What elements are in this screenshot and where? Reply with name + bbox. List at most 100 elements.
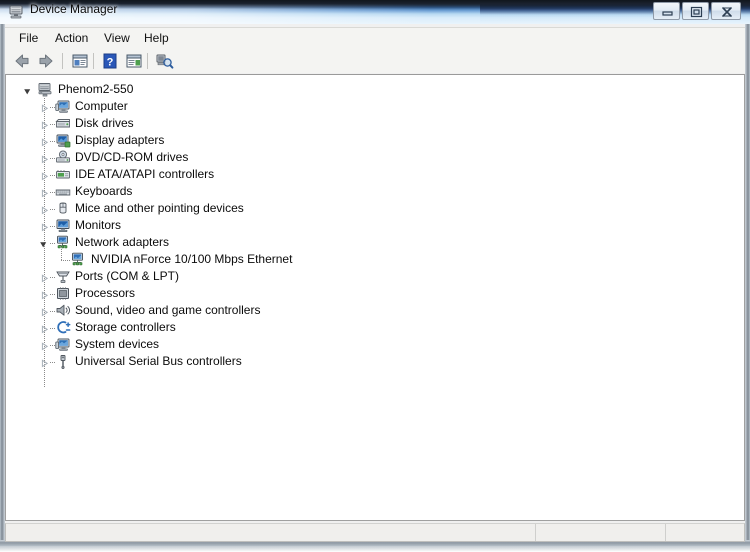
expand-twisty-icon[interactable] <box>40 340 49 351</box>
expand-twisty-icon[interactable] <box>40 102 49 113</box>
window-frame-right <box>745 24 750 543</box>
usb-controller-icon <box>55 354 71 369</box>
tree-node-ide-controllers[interactable]: IDE ATA/ATAPI controllers <box>6 166 744 183</box>
tree-node-label: Mice and other pointing devices <box>75 201 244 215</box>
tree-node-system-devices[interactable]: System devices <box>6 336 744 353</box>
tree-node-dvd-cdrom-drives[interactable]: DVD/CD-ROM drives <box>6 149 744 166</box>
expand-twisty-icon[interactable] <box>40 204 49 215</box>
tree-node-keyboards[interactable]: Keyboards <box>6 183 744 200</box>
status-pane-message <box>6 524 536 541</box>
show-hide-console-tree-icon[interactable] <box>70 51 90 71</box>
toolbar: ? <box>5 48 745 73</box>
expand-twisty-icon[interactable] <box>40 136 49 147</box>
back-arrow-icon[interactable] <box>12 51 32 71</box>
toolbar-separator-2 <box>93 53 94 69</box>
expand-twisty-icon[interactable] <box>40 289 49 300</box>
expand-twisty-icon[interactable] <box>40 170 49 181</box>
port-icon <box>55 269 71 284</box>
menu-action[interactable]: Action <box>49 30 94 46</box>
tree-node-network-adapters[interactable]: Network adapters <box>6 234 744 251</box>
device-tree: Phenom2-550 Computer Disk drives Display… <box>6 81 744 387</box>
scan-for-hardware-changes-icon[interactable] <box>154 51 174 71</box>
tree-node-label: Computer <box>75 99 128 113</box>
title-bar[interactable]: Device Manager <box>0 0 750 24</box>
tree-node-sound-controllers[interactable]: Sound, video and game controllers <box>6 302 744 319</box>
tree-node-label: Disk drives <box>75 116 134 130</box>
network-adapter-icon <box>70 252 86 267</box>
svg-text:?: ? <box>107 57 114 69</box>
tree-node-mice[interactable]: Mice and other pointing devices <box>6 200 744 217</box>
keyboard-icon <box>55 184 71 199</box>
toolbar-separator-3 <box>147 53 148 69</box>
tree-node-nvidia-ethernet[interactable]: NVIDIA nForce 10/100 Mbps Ethernet <box>6 243 744 268</box>
tree-node-ports[interactable]: Ports (COM & LPT) <box>6 268 744 285</box>
minimize-button[interactable] <box>653 2 680 20</box>
collapse-twisty-icon[interactable] <box>39 238 48 248</box>
close-button[interactable] <box>711 2 741 20</box>
tree-node-label: Network adapters <box>75 235 170 249</box>
display-adapter-icon <box>55 133 71 148</box>
tree-guide-branch <box>61 260 70 261</box>
expand-twisty-icon[interactable] <box>40 306 49 317</box>
disk-drive-icon <box>55 116 71 131</box>
tree-guide-child-line <box>61 243 62 260</box>
dvd-drive-icon <box>55 150 71 165</box>
device-manager-window: Device Manager File Action View Help ? P… <box>0 0 750 546</box>
tree-node-label: Sound, video and game controllers <box>75 303 261 317</box>
network-adapter-icon <box>55 235 71 250</box>
ide-controller-icon <box>55 167 71 182</box>
desktop-background: Device Manager File Action View Help ? P… <box>0 0 750 552</box>
help-icon[interactable]: ? <box>100 51 120 71</box>
tree-node-label: Processors <box>75 286 136 300</box>
tree-node-processors[interactable]: Processors <box>6 285 744 302</box>
tree-node-label: Keyboards <box>75 184 133 198</box>
expand-twisty-icon[interactable] <box>40 187 49 198</box>
computer-root-icon <box>37 82 53 97</box>
forward-arrow-icon[interactable] <box>36 51 56 71</box>
window-title: Device Manager <box>30 2 118 16</box>
computer-icon <box>55 99 71 114</box>
tree-node-label: NVIDIA nForce 10/100 Mbps Ethernet <box>91 252 293 266</box>
system-device-icon <box>55 337 71 352</box>
tree-node-label: System devices <box>75 337 160 351</box>
collapse-twisty-icon[interactable] <box>23 85 32 95</box>
toolbar-separator-1 <box>62 53 63 69</box>
expand-twisty-icon[interactable] <box>40 221 49 232</box>
tree-node-label: Ports (COM & LPT) <box>75 269 180 283</box>
maximize-button[interactable] <box>682 2 709 20</box>
tree-node-storage-controllers[interactable]: Storage controllers <box>6 319 744 336</box>
tree-node-label: IDE ATA/ATAPI controllers <box>75 167 215 181</box>
storage-controller-icon <box>55 320 71 335</box>
expand-twisty-icon[interactable] <box>40 357 49 368</box>
tree-node-usb-controllers[interactable]: Universal Serial Bus controllers <box>6 353 744 370</box>
processor-icon <box>55 286 71 301</box>
tree-node-monitors[interactable]: Monitors <box>6 217 744 234</box>
menu-file[interactable]: File <box>13 30 44 46</box>
device-manager-icon <box>8 4 24 20</box>
menu-view[interactable]: View <box>98 30 136 46</box>
status-pane-secondary <box>536 524 666 541</box>
mouse-icon <box>55 201 71 216</box>
tree-node-label: DVD/CD-ROM drives <box>75 150 189 164</box>
expand-twisty-icon[interactable] <box>40 272 49 283</box>
monitor-icon <box>55 218 71 233</box>
tree-root-node[interactable]: Phenom2-550 <box>6 81 744 98</box>
tree-node-computer[interactable]: Computer <box>6 98 744 115</box>
tree-node-display-adapters[interactable]: Display adapters <box>6 132 744 149</box>
expand-twisty-icon[interactable] <box>40 119 49 130</box>
menu-help[interactable]: Help <box>138 30 175 46</box>
expand-twisty-icon[interactable] <box>40 153 49 164</box>
expand-twisty-icon[interactable] <box>40 323 49 334</box>
status-pane-tertiary <box>666 524 744 541</box>
tree-node-label: Universal Serial Bus controllers <box>75 354 242 368</box>
sound-controller-icon <box>55 303 71 318</box>
menu-bar: File Action View Help <box>5 27 745 48</box>
device-tree-pane[interactable]: Phenom2-550 Computer Disk drives Display… <box>5 74 745 521</box>
tree-node-disk-drives[interactable]: Disk drives <box>6 115 744 132</box>
tree-node-label: Monitors <box>75 218 122 232</box>
tree-node-label: Storage controllers <box>75 320 176 334</box>
tree-root-label: Phenom2-550 <box>58 82 134 96</box>
status-bar <box>5 523 745 542</box>
window-drop-shadow <box>0 546 750 552</box>
properties-icon[interactable] <box>124 51 144 71</box>
